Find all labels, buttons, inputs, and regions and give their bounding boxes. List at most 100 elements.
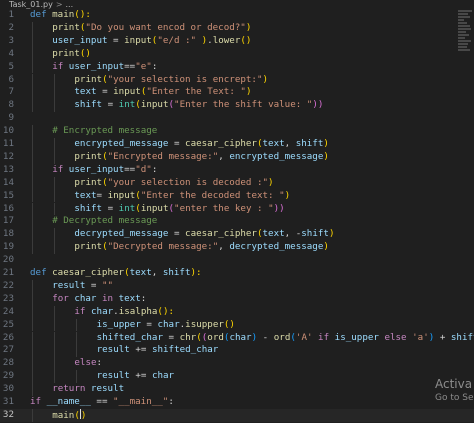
breadcrumb[interactable]: Task_01.py >... (0, 0, 474, 9)
code-text[interactable]: if user_input=="d": (52, 164, 157, 177)
code-token: char (157, 318, 180, 330)
code-token: lower (212, 34, 241, 46)
code-line[interactable]: 27 result += shifted_char (0, 344, 474, 358)
indent-guide (32, 344, 33, 358)
code-text[interactable]: # Encrypted message (52, 125, 157, 138)
code-text[interactable]: def caesar_cipher(text, shift): (30, 267, 202, 280)
code-line[interactable]: 7 text = input("Enter the Text: ") (0, 86, 474, 100)
code-text[interactable]: shift = int(input("enter the key : ")) (74, 203, 284, 216)
code-line[interactable]: 4 print() (0, 47, 474, 61)
code-line[interactable]: 19 print("Decrypted message:", decrypted_… (0, 241, 474, 255)
code-token: if (30, 396, 47, 407)
code-editor[interactable]: 1 def main(): 2 print("Do you want encod or… (0, 9, 474, 422)
code-line[interactable]: 8 shift = int(input("Enter the shift valu… (0, 99, 474, 113)
indent-guide (32, 176, 33, 190)
code-line[interactable]: 9 (0, 112, 474, 125)
code-line[interactable]: 22 result = "" (0, 279, 474, 293)
code-line[interactable]: 28 else: (0, 357, 474, 371)
code-token: () (223, 318, 235, 330)
code-text[interactable]: def main(): (30, 9, 91, 22)
code-line[interactable]: 13 if user_input=="d": (0, 163, 474, 177)
code-text[interactable]: result += shifted_char (97, 344, 219, 357)
code-line[interactable]: 32 main() (0, 408, 474, 423)
breadcrumb-symbol[interactable]: ... (66, 0, 74, 9)
code-line[interactable]: 17 # Decrypted message (0, 215, 474, 229)
line-number: 11 (2, 138, 14, 149)
code-line[interactable]: 24 if char.isalpha(): (0, 305, 474, 319)
minimap-line (458, 28, 471, 30)
code-line[interactable]: 12 print("Encrypted message:", encrypted_… (0, 150, 474, 164)
code-text[interactable]: print() (52, 48, 91, 61)
code-text[interactable]: print("your selection is decoded :") (74, 177, 273, 190)
code-text[interactable]: print("Do you want encod or decod?") (52, 22, 251, 35)
code-text[interactable]: main() (52, 408, 86, 423)
indent-guide (32, 60, 33, 74)
code-token: : (151, 163, 158, 175)
code-token: = (140, 318, 158, 330)
code-token: shift (162, 267, 191, 278)
code-token: = (102, 202, 119, 214)
code-text[interactable]: decrypted_message = caesar_cipher(text, … (74, 228, 334, 241)
code-line[interactable]: 1 def main(): (0, 9, 474, 22)
code-token: ) (268, 176, 274, 188)
code-token: = (96, 86, 114, 98)
code-line[interactable]: 16 shift = int(input("enter the key : ")) (0, 202, 474, 216)
code-line[interactable]: 5 if user_input=="e": (0, 60, 474, 74)
code-line[interactable]: 20 (0, 254, 474, 267)
code-line[interactable]: 6 print("your selection is encrept:") (0, 73, 474, 87)
code-text[interactable]: user_input = input("e/d :" ).lower() (52, 35, 251, 48)
code-line[interactable]: 26 shifted_char = chr((ord(char) - ord('A… (0, 331, 474, 345)
code-token: ord (273, 331, 291, 343)
code-text[interactable]: print("your selection is encrept:") (74, 74, 268, 87)
code-line[interactable]: 18 decrypted_message = caesar_cipher(text… (0, 228, 474, 242)
code-line[interactable]: 14 print("your selection is decoded :") (0, 176, 474, 190)
code-token: if (52, 163, 69, 175)
code-text[interactable]: is_upper = char.isupper() (97, 319, 235, 332)
line-number: 7 (8, 86, 14, 98)
line-number: 17 (2, 215, 14, 227)
code-line[interactable]: 25 is_upper = char.isupper() (0, 318, 474, 332)
code-text[interactable]: result += char (97, 370, 174, 383)
code-token: __name__ (46, 396, 91, 407)
code-text[interactable]: result = "" (52, 280, 113, 293)
code-line[interactable]: 11 encrypted_message = caesar_cipher(text… (0, 138, 474, 151)
code-line[interactable]: 15 text= input("Enter the decoded text: "… (0, 189, 474, 203)
code-text[interactable]: if char.isalpha(): (74, 306, 174, 319)
code-line[interactable]: 30 return result (0, 383, 474, 396)
code-token: 'A' (295, 331, 313, 343)
code-text[interactable]: for char in text: (52, 293, 146, 306)
minimap-line (458, 31, 466, 33)
code-text[interactable]: text = input("Enter the Text: ") (74, 86, 251, 99)
code-text[interactable]: print("Encrypted message:", encrypted_me… (74, 151, 329, 164)
code-text[interactable]: return result (52, 383, 124, 396)
indent-guide (32, 34, 33, 48)
code-text[interactable]: shift = int(input("Enter the shift value… (74, 99, 323, 112)
code-line[interactable]: 23 for char in text: (0, 292, 474, 306)
code-line[interactable]: 3 user_input = input("e/d :" ).lower() (0, 34, 474, 48)
code-token: ) (323, 241, 329, 253)
code-text[interactable]: # Decrypted message (52, 215, 157, 228)
code-token: user_input (52, 34, 108, 46)
code-line[interactable]: 10 # Encrypted message (0, 125, 474, 138)
line-number: 31 (2, 396, 14, 407)
code-line[interactable]: 31 if __name__ == "__main__": (0, 396, 474, 409)
code-text[interactable]: shifted_char = chr((ord(char) - ord('A' … (97, 332, 474, 345)
code-text[interactable]: else: (74, 357, 102, 370)
code-line[interactable]: 2 print("Do you want encod or decod?") (0, 21, 474, 35)
minimap[interactable] (456, 9, 474, 69)
code-token: () (79, 47, 91, 59)
code-text[interactable]: text= input("Enter the decoded text: ") (74, 190, 290, 203)
code-token: ) (245, 86, 252, 98)
line-number: 4 (8, 47, 14, 59)
line-number: 14 (2, 176, 14, 188)
code-text[interactable]: print("Decrypted message:", decrypted_me… (74, 241, 329, 254)
code-token: )) (312, 99, 324, 111)
code-text[interactable]: if __name__ == "__main__": (30, 396, 174, 409)
code-line[interactable]: 21 def caesar_cipher(text, shift): (0, 267, 474, 280)
code-token: "e" (135, 60, 152, 72)
code-token: if (74, 305, 91, 317)
breadcrumb-file[interactable]: Task_01.py (0, 0, 53, 9)
code-text[interactable]: if user_input=="e": (52, 61, 157, 74)
code-line[interactable]: 29 result += char (0, 370, 474, 384)
code-text[interactable]: encrypted_message = caesar_cipher(text, … (74, 138, 329, 151)
